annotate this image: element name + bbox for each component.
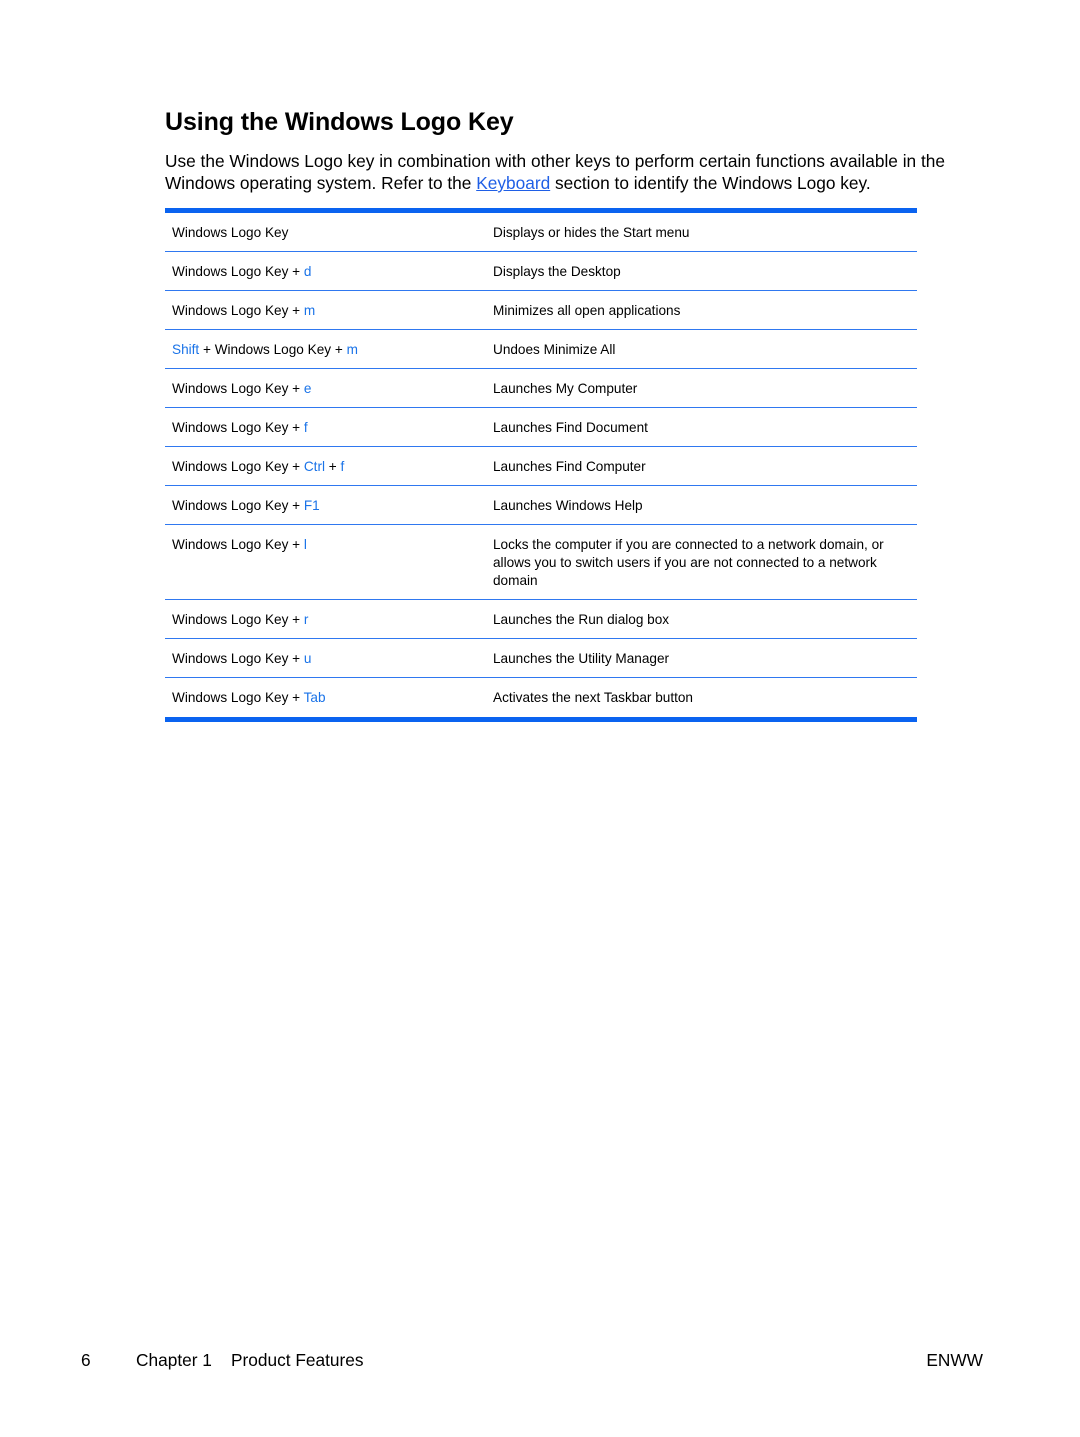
shortcut-row: Windows Logo Key + r Launches the Run dia…	[165, 599, 917, 639]
shortcut-description: Launches the Utility Manager	[486, 638, 917, 678]
shortcut-description: Launches the Run dialog box	[486, 599, 917, 639]
shortcut-table: Windows Logo Key Displays or hides the St…	[165, 208, 917, 722]
shortcut-key-combo: Windows Logo Key + e	[165, 368, 486, 408]
shortcut-key-combo: Windows Logo Key + m	[165, 290, 486, 330]
key-name-highlight: Shift	[172, 342, 200, 357]
shortcut-description: Activates the next Taskbar button	[493, 690, 693, 705]
key-combo-text: Windows Logo Key +	[172, 381, 304, 396]
key-combo-text: Windows Logo Key	[172, 225, 289, 240]
key-name-highlight: e	[303, 381, 312, 396]
key-name-highlight: r	[303, 612, 309, 627]
shortcut-row: Windows Logo Key + F1 Launches Windows He…	[165, 485, 917, 525]
keyboard-section-link[interactable]: Keyboard	[476, 173, 550, 193]
shortcut-row: Windows Logo Key + Ctrl + f Launches Find…	[165, 446, 917, 486]
page-title: Using the Windows Logo Key	[165, 108, 514, 136]
key-combo-text: Windows Logo Key +	[172, 498, 304, 513]
shortcut-description: Launches Windows Help	[486, 485, 917, 525]
key-name-highlight: Tab	[303, 690, 326, 705]
page-number: 6	[81, 1350, 91, 1370]
shortcut-key-combo: Windows Logo Key + F1	[165, 485, 486, 525]
shortcut-key-combo: Windows Logo Key	[165, 210, 486, 252]
shortcut-description: Minimizes all open applications	[486, 290, 917, 330]
shortcut-key-combo: Windows Logo Key + f	[165, 407, 486, 447]
key-name-highlight: f	[340, 459, 345, 474]
chapter-label: Chapter 1	[136, 1350, 212, 1370]
shortcut-row: Windows Logo Key + e Launches My Computer	[165, 368, 917, 408]
key-name-highlight: Ctrl	[303, 459, 326, 474]
key-combo-text: Windows Logo Key +	[172, 612, 304, 627]
shortcut-description: Displays or hides the Start menu	[486, 210, 917, 252]
shortcut-row: Windows Logo Key + f Launches Find Docume…	[165, 407, 917, 447]
shortcut-row: Windows Logo Key + Tab Activates the next…	[165, 678, 917, 720]
shortcut-row: Windows Logo Key Displays or hides the St…	[165, 210, 917, 252]
shortcut-key-combo: Windows Logo Key + u	[165, 638, 486, 678]
key-combo-text: Windows Logo Key +	[172, 420, 304, 435]
intro-paragraph: Use the Windows Logo key in combination …	[165, 150, 995, 194]
key-name-highlight: F1	[303, 498, 320, 513]
shortcut-row: Windows Logo Key + m Minimizes all open a…	[165, 290, 917, 330]
key-combo-text: Windows Logo Key +	[172, 303, 304, 318]
key-combo-text: Windows Logo Key +	[172, 459, 304, 474]
shortcut-row: Windows Logo Key + u Launches the Utility…	[165, 638, 917, 678]
shortcut-row: Windows Logo Key + d Displays the Desktop	[165, 251, 917, 291]
key-combo-text: Windows Logo Key +	[172, 264, 304, 279]
key-name-highlight: m	[346, 342, 358, 357]
intro-text-after-link: section to identify the Windows Logo key…	[550, 173, 871, 193]
key-combo-text: + Windows Logo Key +	[199, 342, 347, 357]
key-combo-text: +	[325, 459, 341, 474]
shortcut-key-combo: Windows Logo Key + d	[165, 251, 486, 291]
locale-code: ENWW	[926, 1350, 983, 1370]
shortcut-description: Launches Find Computer	[486, 446, 917, 486]
key-combo-text: Windows Logo Key +	[172, 651, 304, 666]
shortcut-key-combo: Windows Logo Key + r	[165, 599, 486, 639]
key-name-highlight: u	[303, 651, 312, 666]
shortcut-description: Undoes Minimize All	[486, 329, 917, 369]
shortcut-description: Displays the Desktop	[486, 251, 917, 291]
shortcut-key-combo: Windows Logo Key + Ctrl + f	[165, 446, 486, 486]
shortcut-description: Launches Find Document	[486, 407, 917, 447]
shortcut-key-combo: Windows Logo Key + l	[165, 524, 486, 600]
key-name-highlight: d	[303, 264, 312, 279]
key-name-highlight: f	[303, 420, 308, 435]
shortcut-description: Launches My Computer	[486, 368, 917, 408]
shortcut-key-combo: Windows Logo Key + Tab	[165, 678, 486, 720]
key-combo-text: Windows Logo Key +	[172, 537, 304, 552]
shortcut-description: Locks the computer if you are connected …	[486, 524, 917, 600]
key-combo-text: Windows Logo Key +	[172, 690, 304, 705]
shortcut-key-combo: Shift + Windows Logo Key + m	[165, 329, 486, 369]
key-name-highlight: l	[303, 537, 307, 552]
shortcut-row: Windows Logo Key + l Locks the computer i…	[165, 524, 917, 600]
key-name-highlight: m	[303, 303, 316, 318]
shortcut-row: Shift + Windows Logo Key + m Undoes Minim…	[165, 329, 917, 369]
chapter-title: Product Features	[231, 1350, 364, 1370]
shortcut-table-body: Windows Logo Key Displays or hides the St…	[165, 210, 917, 720]
